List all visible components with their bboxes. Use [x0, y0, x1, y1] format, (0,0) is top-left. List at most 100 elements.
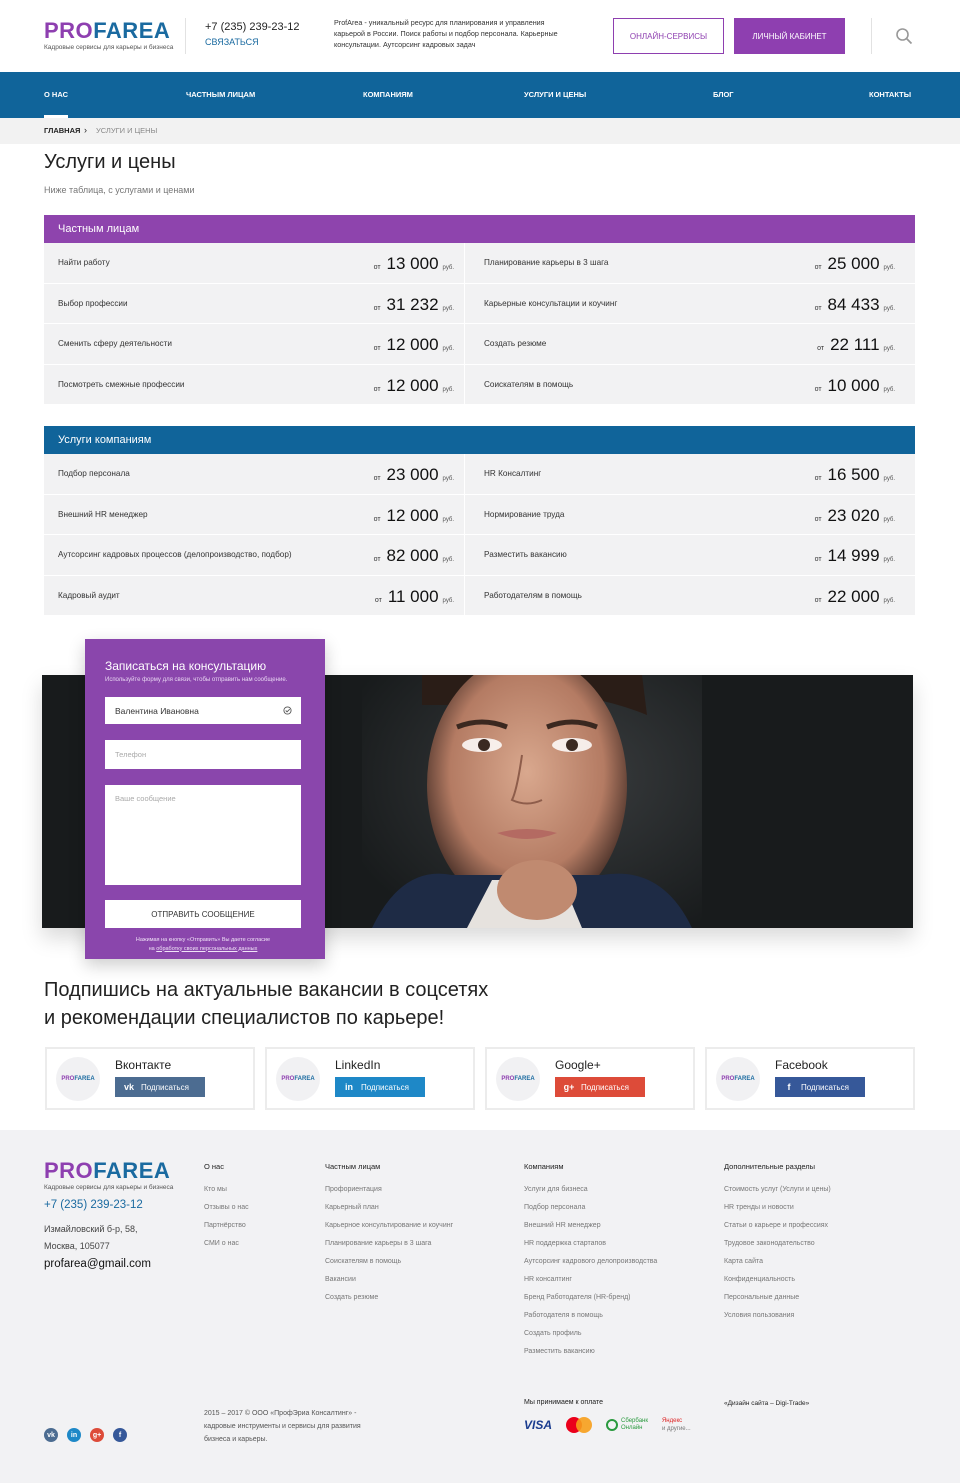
price-currency: руб.	[883, 557, 895, 563]
service-price: от 11 000 руб.	[375, 587, 454, 607]
footer-link[interactable]: HR консалтинг	[524, 1275, 657, 1293]
linkedin-icon[interactable]: in	[67, 1428, 81, 1442]
price-row[interactable]: Найти работу от 13 000 руб.	[44, 243, 465, 284]
sber-line2: Онлайн	[621, 1425, 643, 1431]
footer-link[interactable]: Статьи о карьере и профессиях	[724, 1221, 831, 1239]
footer-link[interactable]: Условия пользования	[724, 1311, 831, 1329]
footer-link[interactable]: Внешний HR менеджер	[524, 1221, 657, 1239]
breadcrumb-home[interactable]: Главная	[44, 126, 80, 135]
subscribe-button[interactable]: in Подписаться	[335, 1077, 425, 1097]
form-hint: Используйте форму для связи, чтобы отпра…	[105, 677, 288, 683]
header-phone[interactable]: +7 (235) 239-23-12	[205, 21, 299, 33]
footer-link[interactable]: Планирование карьеры в 3 шага	[325, 1239, 453, 1257]
privacy-link[interactable]: обработку своих персональных данных	[156, 946, 257, 952]
divider	[871, 18, 872, 54]
nav-about[interactable]: О нас	[44, 72, 68, 118]
sberbank-logo: Сбербанк Онлайн	[606, 1418, 648, 1432]
price-from: от	[814, 304, 822, 312]
price-value: 16 500	[827, 465, 880, 484]
footer-link[interactable]: Карта сайта	[724, 1257, 831, 1275]
service-name: Выбор профессии	[58, 298, 128, 308]
price-row[interactable]: HR Консалтинг от 16 500 руб.	[465, 454, 915, 495]
footer-col-title: Дополнительные разделы	[724, 1162, 816, 1171]
price-row[interactable]: Подбор персонала от 23 000 руб.	[44, 454, 465, 495]
google-plus-icon: g+	[563, 1082, 575, 1092]
price-from: от	[373, 345, 381, 352]
logo[interactable]: PROFAREA Кадровые сервисы для карьеры и …	[44, 18, 173, 52]
price-row[interactable]: Нормирование труда от 23 020 руб.	[465, 495, 915, 535]
footer-link[interactable]: Конфиденциальность	[724, 1275, 831, 1293]
footer-link[interactable]: Разместить вакансию	[524, 1347, 657, 1365]
footer-link[interactable]: Карьерное консультирование и коучинг	[325, 1221, 453, 1239]
nav-individuals[interactable]: Частным лицам	[186, 72, 255, 118]
service-name: Создать резюме	[484, 339, 547, 348]
price-from: от	[814, 556, 822, 563]
nav-blog[interactable]: Блог	[713, 72, 734, 118]
footer-link[interactable]: HR поддержка стартапов	[524, 1239, 657, 1257]
subscribe-label: Подписаться	[361, 1082, 409, 1092]
design-credit[interactable]: «Дизайн сайта – Digi-Trade»	[724, 1400, 809, 1407]
service-name: Нормирование труда	[484, 509, 565, 519]
footer-logo[interactable]: PROFAREA Кадровые сервисы для карьеры и …	[44, 1160, 173, 1192]
footer-link[interactable]: Карьерный план	[325, 1203, 453, 1221]
price-row[interactable]: Карьерные консультации и коучинг от 84 433…	[465, 284, 915, 324]
logo-part2: FAREA	[93, 18, 171, 43]
price-row[interactable]: Соискателям в помощь от 10 000 руб.	[465, 365, 915, 405]
google-plus-icon[interactable]: g+	[90, 1428, 104, 1442]
footer-link[interactable]: Стоимость услуг (Услуги и цены)	[724, 1185, 831, 1203]
footer-link[interactable]: Соискателям в помощь	[325, 1257, 453, 1275]
footer-link[interactable]: Услуги для бизнеса	[524, 1185, 657, 1203]
search-icon[interactable]	[895, 27, 913, 45]
subscribe-button[interactable]: vk Подписаться	[115, 1077, 205, 1097]
vk-icon[interactable]: vk	[44, 1428, 58, 1442]
price-row[interactable]: Сменить сферу деятельности от 12 000 руб.	[44, 324, 465, 365]
footer-link[interactable]: СМИ о нас	[204, 1239, 249, 1257]
name-field[interactable]: Валентина Ивановна	[105, 697, 301, 724]
nav-services-prices[interactable]: Услуги и цены	[524, 72, 586, 118]
footer-link[interactable]: Отзывы о нас	[204, 1203, 249, 1221]
contact-link[interactable]: Связаться	[205, 37, 259, 47]
price-row[interactable]: Создать резюме от 22 111 руб.	[465, 324, 915, 365]
price-row[interactable]: Выбор профессии от 31 232 руб.	[44, 283, 465, 324]
footer-link[interactable]: Создать профиль	[524, 1329, 657, 1347]
footer-link[interactable]: Создать резюме	[325, 1293, 453, 1311]
footer-link[interactable]: HR тренды и новости	[724, 1203, 831, 1221]
logo-part1: PRO	[721, 1076, 735, 1082]
footer-link[interactable]: Подбор персонала	[524, 1203, 657, 1221]
footer-link[interactable]: Кто мы	[204, 1185, 249, 1203]
footer-link[interactable]: Персональные данные	[724, 1293, 831, 1311]
price-row[interactable]: Разместить вакансию от 14 999 руб.	[465, 535, 915, 576]
nav-contacts[interactable]: Контакты	[869, 72, 911, 118]
price-row[interactable]: Планирование карьеры в 3 шага от 25 000 руб…	[465, 243, 915, 284]
personal-cabinet-button[interactable]: Личный кабинет	[734, 18, 845, 54]
footer-link[interactable]: Бренд Работодателя (HR-бренд)	[524, 1293, 657, 1311]
footer-link[interactable]: Партнёрство	[204, 1221, 249, 1239]
price-currency: руб.	[442, 476, 454, 482]
message-field[interactable]: Ваше сообщение	[105, 785, 301, 885]
footer-link[interactable]: Профориентация	[325, 1185, 453, 1203]
phone-field[interactable]: Телефон	[105, 740, 301, 769]
social-name: Вконтакте	[115, 1058, 172, 1072]
price-row[interactable]: Работодателям в помощь от 22 000 руб.	[465, 576, 915, 616]
price-row[interactable]: Посмотреть смежные профессии от 12 000 руб.	[44, 364, 465, 405]
footer-link[interactable]: Вакансии	[325, 1275, 453, 1293]
footer-link[interactable]: Работодателя в помощь	[524, 1311, 657, 1329]
about-text: ProfArea - уникальный ресурс для планиро…	[334, 18, 558, 49]
online-services-button[interactable]: Онлайн-сервисы	[613, 18, 724, 54]
logo-part2: FAREA	[74, 1076, 95, 1082]
price-currency: руб.	[883, 476, 895, 482]
price-row[interactable]: Внешний HR менеджер от 12 000 руб.	[44, 494, 465, 535]
footer-phone[interactable]: +7 (235) 239-23-12	[44, 1199, 143, 1211]
subscribe-button[interactable]: g+ Подписаться	[555, 1077, 645, 1097]
service-name: Найти работу	[58, 258, 110, 267]
price-row[interactable]: Аутсорсинг кадровых процессов (делопроиз…	[44, 535, 465, 576]
price-row[interactable]: Кадровый аудит от 11 000 руб.	[44, 575, 465, 616]
nav-companies[interactable]: Компаниям	[363, 72, 413, 118]
facebook-icon[interactable]: f	[113, 1428, 127, 1442]
subscribe-button[interactable]: f Подписаться	[775, 1077, 865, 1097]
footer-email[interactable]: profarea@gmail.com	[44, 1258, 151, 1270]
copyright: 2015 – 2017 © ООО «ПрофЭриа Консалтинг» …	[204, 1410, 361, 1443]
footer-link[interactable]: Аутсорсинг кадрового делопроизводства	[524, 1257, 657, 1275]
footer-link[interactable]: Трудовое законодательство	[724, 1239, 831, 1257]
send-message-button[interactable]: Отправить сообщение	[105, 900, 301, 928]
